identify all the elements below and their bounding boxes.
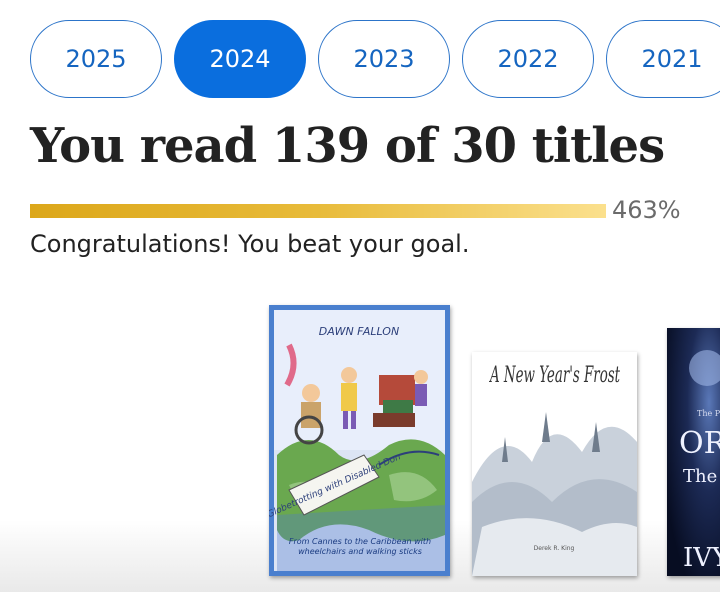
- book-title-text: OR: [679, 426, 720, 461]
- year-tabs: 2025 2024 2023 2022 2021: [30, 20, 720, 100]
- progress-percent-label: 463%: [612, 196, 681, 224]
- book-author-text: IVY: [683, 543, 720, 573]
- year-tab-2021[interactable]: 2021: [606, 20, 720, 98]
- book-cover-art: DAWN FALLON Globetrotting with Disabled …: [269, 305, 450, 576]
- book-author-text: DAWN FALLON: [319, 325, 399, 338]
- book-subtitle-text: From Cannes to the Caribbean with wheelc…: [288, 537, 432, 556]
- book-cover-partial[interactable]: The Pr OR The L IVY: [667, 328, 720, 576]
- year-tab-2025[interactable]: 2025: [30, 20, 162, 98]
- book-title-line-text: The L: [683, 466, 720, 487]
- goal-message: Congratulations! You beat your goal.: [30, 230, 470, 258]
- book-cover-globetrotting[interactable]: DAWN FALLON Globetrotting with Disabled …: [269, 305, 450, 576]
- book-cover-new-years-frost[interactable]: A New Year's Frost Derek R. King: [472, 352, 637, 576]
- year-tab-2022[interactable]: 2022: [462, 20, 594, 98]
- year-tab-2024[interactable]: 2024: [174, 20, 306, 98]
- book-author-text: Derek R. King: [534, 545, 575, 552]
- reading-summary-headline: You read 139 of 30 titles: [30, 118, 665, 174]
- book-title-text: A New Year's Frost: [489, 363, 620, 388]
- year-tab-2023[interactable]: 2023: [318, 20, 450, 98]
- reading-progress-bar: [30, 204, 606, 218]
- book-cover-art: A New Year's Frost Derek R. King: [472, 352, 637, 576]
- book-cover-art: The Pr OR The L IVY: [667, 328, 720, 576]
- reading-progress-fill: [30, 204, 606, 218]
- book-series-text: The Pr: [697, 409, 720, 418]
